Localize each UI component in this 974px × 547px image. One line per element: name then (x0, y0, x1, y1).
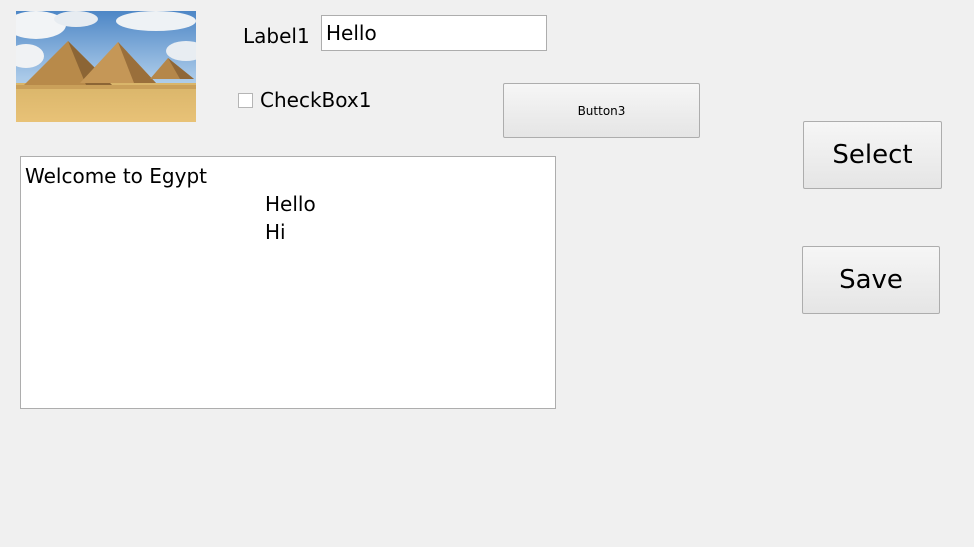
checkbox1[interactable]: CheckBox1 (238, 88, 371, 112)
text-line: Hello (265, 192, 316, 216)
save-button[interactable]: Save (802, 246, 940, 314)
pyramids-image (16, 11, 196, 122)
checkbox1-label[interactable]: CheckBox1 (260, 88, 371, 112)
select-button-label: Select (832, 140, 913, 170)
label1: Label1 (243, 24, 310, 48)
text-area[interactable]: Welcome to Egypt Hello Hi (20, 156, 556, 409)
checkbox1-box[interactable] (238, 92, 253, 108)
text-line: Welcome to Egypt (25, 164, 207, 188)
text-line: Hi (265, 220, 286, 244)
pyramids-picture (16, 11, 196, 122)
select-button[interactable]: Select (803, 121, 942, 189)
save-button-label: Save (839, 265, 903, 295)
button3-label: Button3 (577, 103, 626, 118)
button3[interactable]: Button3 (503, 83, 700, 138)
textbox1-input[interactable] (321, 15, 547, 51)
